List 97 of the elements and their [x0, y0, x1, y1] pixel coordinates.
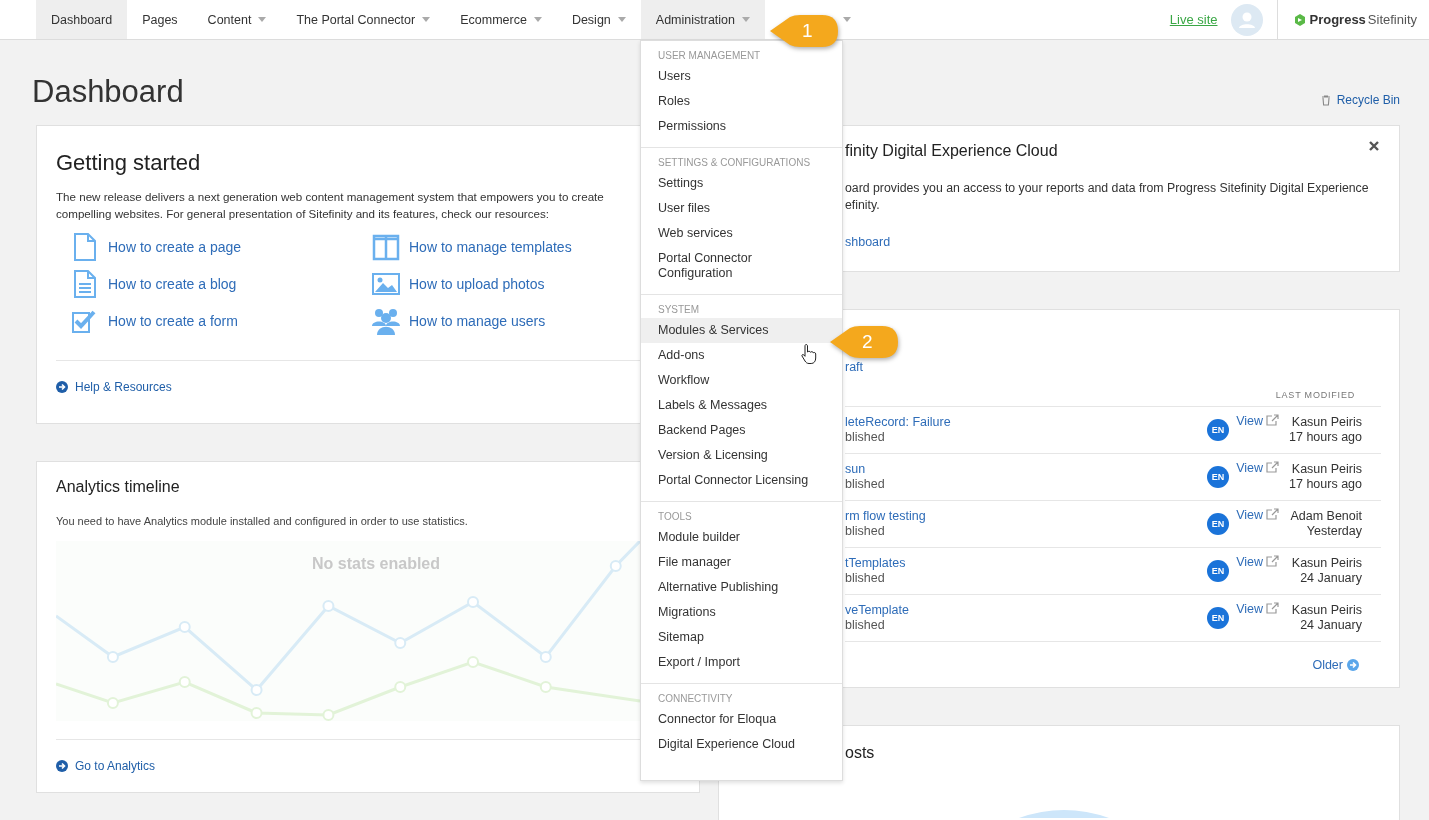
author-name: Kasun Peiris	[1291, 415, 1362, 430]
step-callout-tooltip: 1	[768, 14, 840, 48]
item-status: blished	[845, 571, 886, 586]
trash-icon	[1320, 94, 1331, 106]
guide-link[interactable]: How to create a form	[108, 313, 238, 329]
menu-item[interactable]: Sitemap	[641, 625, 842, 650]
arrow-circle-icon	[56, 381, 68, 393]
language-badge: EN	[1207, 607, 1230, 629]
item-title-link[interactable]: leteRecord: Failure	[845, 415, 1208, 430]
menu-item[interactable]: Labels & Messages	[641, 393, 842, 418]
menu-item[interactable]: Digital Experience Cloud	[641, 732, 842, 757]
menu-item[interactable]: Web services	[641, 221, 842, 246]
card-text: oard provides you an access to your reports and data from Progress Sitefinity Digital Experience efinity.	[845, 180, 1370, 214]
menu-item[interactable]: Workflow	[641, 368, 842, 393]
menu-item[interactable]: Settings	[641, 171, 842, 196]
menu-item[interactable]: Connector for Eloqua	[641, 707, 842, 732]
external-link-icon	[1266, 508, 1279, 520]
menu-section-header: SETTINGS & CONFIGURATIONS	[657, 156, 812, 170]
arrow-circle-icon	[56, 760, 68, 772]
item-title-link[interactable]: sun	[845, 462, 1208, 477]
menu-item[interactable]: User files	[641, 196, 842, 221]
external-link-icon	[1266, 414, 1279, 426]
guide-link[interactable]: How to upload photos	[409, 276, 545, 292]
arrow-circle-icon	[1347, 659, 1359, 671]
logo-product: Sitefinity	[1367, 12, 1417, 27]
menu-item[interactable]: Roles	[641, 89, 842, 114]
language-badge: EN	[1207, 560, 1230, 582]
guide-link[interactable]: How to create a page	[108, 239, 242, 255]
guide-link[interactable]: How to manage templates	[409, 239, 572, 255]
page-title: Dashboard	[32, 74, 184, 110]
external-link-icon	[1266, 461, 1279, 473]
column-header: LAST MODIFIED	[1274, 390, 1356, 400]
modified-time: 17 hours ago	[1289, 477, 1362, 492]
menu-item[interactable]: Module builder	[641, 525, 842, 550]
columns-icon	[371, 232, 401, 262]
item-title-link[interactable]: tTemplates	[845, 556, 1208, 571]
nav-tab[interactable]: Dashboard	[36, 0, 128, 39]
menu-item[interactable]: Export / Import	[641, 650, 842, 675]
menu-item[interactable]: Portal Connector Configuration	[641, 246, 842, 286]
logo-brand: Progress	[1309, 12, 1366, 27]
view-link[interactable]: View	[1236, 461, 1279, 475]
language-badge: EN	[1207, 513, 1230, 535]
caret-icon[interactable]	[843, 17, 851, 22]
menu-section-header: USER MANAGEMENT	[657, 49, 762, 63]
card-title: osts	[845, 744, 876, 762]
author-name: Kasun Peiris	[1291, 556, 1362, 571]
external-link-icon	[1266, 555, 1279, 567]
modified-time: 24 January	[1300, 571, 1362, 586]
menu-item[interactable]: Modules & Services	[641, 318, 842, 343]
menu-item[interactable]: Users	[641, 64, 842, 89]
close-icon[interactable]	[1369, 141, 1379, 151]
intro-text: The new release delivers a next generation web content management system that empowers you to create compelling websites. For general presentation of Sitefinity and its features, check our resources:	[56, 189, 605, 222]
modified-time: Yesterday	[1306, 524, 1362, 539]
modified-time: 17 hours ago	[1289, 430, 1362, 445]
language-badge: EN	[1207, 419, 1230, 441]
recycle-bin-link[interactable]: Recycle Bin	[1320, 93, 1400, 107]
menu-item[interactable]: Backend Pages	[641, 418, 842, 443]
menu-item[interactable]: Permissions	[641, 114, 842, 139]
menu-section-header: CONNECTIVITY	[657, 692, 734, 706]
menu-item[interactable]: Add-ons	[641, 343, 842, 368]
logo-icon	[1293, 12, 1308, 27]
menu-item[interactable]: Alternative Publishing	[641, 575, 842, 600]
help-link[interactable]: Help & Resources	[56, 380, 172, 394]
view-link[interactable]: View	[1236, 602, 1279, 616]
nav-tab[interactable]: Administration	[640, 0, 765, 39]
author-name: Kasun Peiris	[1291, 603, 1362, 618]
item-title-link[interactable]: rm flow testing	[845, 509, 1208, 524]
view-link[interactable]: View	[1236, 508, 1279, 522]
analytics-link[interactable]: Go to Analytics	[56, 759, 156, 773]
view-link[interactable]: View	[1236, 555, 1279, 569]
external-link-icon	[1266, 602, 1279, 614]
guide-link[interactable]: How to manage users	[409, 313, 546, 329]
menu-item[interactable]: File manager	[641, 550, 842, 575]
card-title: finity Digital Experience Cloud	[845, 142, 1059, 160]
older-link[interactable]: Older	[1312, 658, 1359, 672]
author-name: Kasun Peiris	[1291, 462, 1362, 477]
language-badge: EN	[1207, 466, 1230, 488]
dashboard-link[interactable]: shboard	[845, 235, 891, 249]
menu-section-header: SYSTEM	[657, 303, 701, 317]
users-icon	[371, 306, 401, 336]
item-status: blished	[845, 430, 886, 445]
menu-item[interactable]: Version & Licensing	[641, 443, 842, 468]
item-title-link[interactable]: veTemplate	[845, 603, 1208, 618]
author-name: Adam Benoit	[1290, 509, 1362, 524]
view-link[interactable]: View	[1236, 414, 1279, 428]
item-status: blished	[845, 477, 886, 492]
menu-item[interactable]: Portal Connector Licensing	[641, 468, 842, 493]
step-callout-tooltip: 2	[828, 325, 900, 359]
item-status: blished	[845, 618, 886, 633]
menu-item[interactable]: Migrations	[641, 600, 842, 625]
guide-link[interactable]: How to create a blog	[108, 276, 237, 292]
filter-link[interactable]: raft	[845, 360, 1381, 374]
pointer-cursor-icon	[801, 343, 817, 365]
item-status: blished	[845, 524, 886, 539]
modified-time: 24 January	[1300, 618, 1362, 633]
avatar-icon[interactable]	[1231, 3, 1264, 36]
menu-section-header: TOOLS	[657, 510, 693, 524]
